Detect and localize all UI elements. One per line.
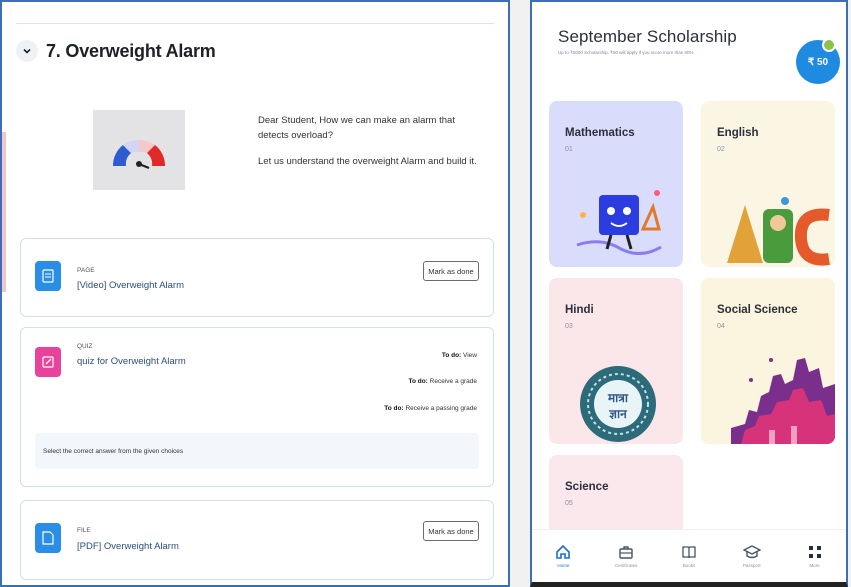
completion-requirement: To do: Receive a passing grade [384, 405, 477, 412]
activity-link[interactable]: [Video] Overweight Alarm [77, 280, 184, 291]
subject-name: Mathematics [565, 127, 635, 139]
nav-label: Certificates [614, 563, 638, 568]
subject-tile-science[interactable]: Science 05 [549, 455, 683, 535]
nav-label: Home [557, 563, 570, 568]
activity-card-file[interactable]: FILE [PDF] Overweight Alarm Mark as done [20, 500, 494, 580]
page-icon [35, 261, 61, 291]
subject-tile-hindi[interactable]: Hindi 03 मात्रा ज्ञान [549, 278, 683, 444]
hindi-badge-text: मात्रा [607, 391, 629, 405]
mark-as-done-button[interactable]: Mark as done [423, 261, 479, 281]
subject-number: 05 [565, 500, 573, 507]
accent-strip [2, 132, 6, 292]
subject-number: 01 [565, 146, 573, 153]
activity-link[interactable]: [PDF] Overweight Alarm [77, 541, 179, 552]
book-icon [682, 546, 696, 559]
course-panel: 7. Overweight Alarm Dear Student, How we… [0, 0, 510, 587]
activity-card-quiz[interactable]: QUIZ quiz for Overweight Alarm To do: Vi… [20, 327, 494, 487]
subject-name: Hindi [565, 304, 594, 316]
intro-line: Let us understand the overweight Alarm a… [258, 156, 477, 168]
math-illustration [576, 190, 662, 255]
completion-requirement: To do: Receive a grade [408, 378, 477, 385]
notification-badge [822, 38, 836, 52]
nav-more[interactable]: More [788, 544, 842, 568]
hindi-badge-illustration: मात्रा ज्ञान [580, 366, 656, 442]
nav-certificates[interactable]: Certificates [599, 544, 653, 568]
subject-number: 03 [565, 323, 573, 330]
section-intro: Dear Student, How we can make an alarm t… [258, 114, 483, 182]
completion-requirement: To do: View [441, 352, 477, 359]
activity-type: FILE [77, 527, 91, 534]
nav-label: Passport [742, 563, 761, 568]
section-title: 7. Overweight Alarm [46, 40, 216, 61]
activity-link[interactable]: quiz for Overweight Alarm [77, 356, 186, 367]
file-icon [35, 523, 61, 553]
intro-line: Dear Student, How we can make an alarm t… [258, 115, 455, 141]
subject-number: 02 [717, 146, 725, 153]
mobile-app-panel: September Scholarship Up to ₹5000 Schola… [530, 0, 848, 587]
page-subtitle: Up to ₹5000 Scholarship. ₹50 will apply … [558, 50, 694, 55]
activity-type: QUIZ [77, 343, 93, 350]
subject-name: Science [565, 481, 609, 493]
english-illustration [727, 197, 830, 266]
page-title: September Scholarship [558, 27, 737, 46]
quiz-icon [35, 347, 61, 377]
nav-label: More [809, 563, 820, 568]
subject-tile-mathematics[interactable]: Mathematics 01 [549, 101, 683, 267]
briefcase-icon [619, 546, 633, 559]
subject-tile-english[interactable]: English 02 [701, 101, 835, 267]
hindi-badge-text: ज्ञान [608, 407, 628, 421]
subject-tile-social-science[interactable]: Social Science 04 [701, 278, 835, 444]
home-icon [556, 544, 571, 559]
nav-books[interactable]: Books [662, 544, 716, 568]
activity-description: Select the correct answer from the given… [35, 433, 479, 469]
nav-passport[interactable]: Passport [725, 544, 779, 568]
nav-label: Books [682, 563, 696, 568]
mark-as-done-button[interactable]: Mark as done [423, 521, 479, 541]
bottom-nav: Home Certificates Books Passport More [532, 529, 846, 582]
activity-card-page[interactable]: PAGE [Video] Overweight Alarm Mark as do… [20, 238, 494, 317]
subject-number: 04 [717, 323, 725, 330]
subject-name: Social Science [717, 304, 798, 316]
graduation-cap-icon [742, 545, 761, 559]
section-header[interactable]: 7. Overweight Alarm [16, 40, 216, 62]
grid-icon [808, 546, 821, 558]
nav-home[interactable]: Home [536, 544, 590, 568]
subject-name: English [717, 127, 759, 139]
chevron-down-icon[interactable] [16, 40, 38, 62]
divider [16, 23, 494, 24]
monument-illustration [731, 358, 835, 444]
gauge-image [93, 110, 185, 190]
activity-type: PAGE [77, 267, 95, 274]
